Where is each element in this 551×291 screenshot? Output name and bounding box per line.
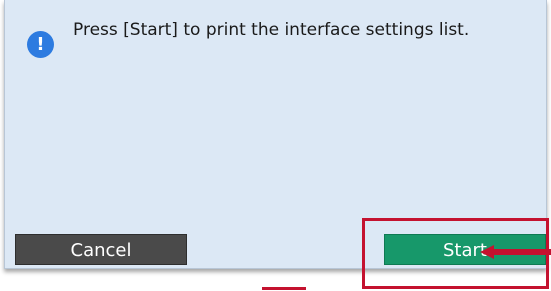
dialog-message: Press [Start] to print the interface set…: [73, 20, 470, 40]
info-icon: !: [27, 31, 54, 58]
underline-mark: [262, 287, 306, 290]
start-button[interactable]: Start: [384, 234, 546, 265]
message-dialog: ! Press [Start] to print the interface s…: [4, 0, 547, 269]
cancel-button[interactable]: Cancel: [15, 234, 187, 265]
